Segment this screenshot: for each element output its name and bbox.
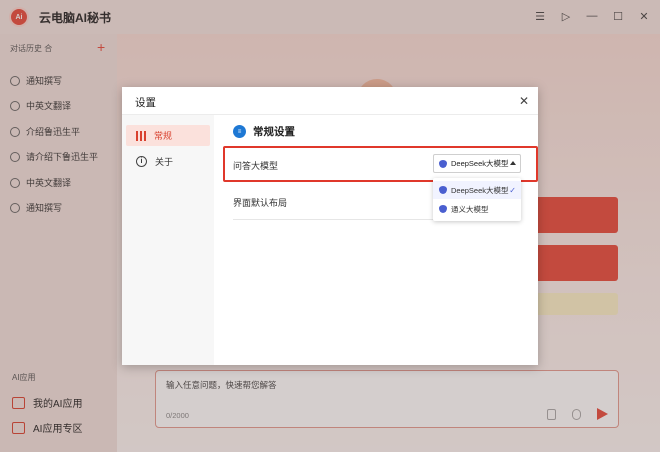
settings-section-icon: ≡ [233,125,246,138]
info-icon: i [136,156,147,167]
option-deepseek[interactable]: DeepSeek大模型 ✓ [433,181,521,199]
caret-up-icon [510,161,516,165]
check-icon: ✓ [509,185,516,195]
model-icon [439,205,447,213]
section-title: ≡ 常规设置 [233,124,295,139]
settings-nav: 常规 i 关于 [122,115,214,365]
option-tongyi[interactable]: 通义大模型 [433,200,521,218]
close-icon[interactable]: ✕ [519,94,529,108]
model-select[interactable]: DeepSeek大模型 [433,154,521,173]
settings-dialog: 设置 ✕ 常规 i 关于 ≡ 常规设置 问答大模型 界面默认布局 DeepSee… [122,87,538,365]
dialog-header: 设置 ✕ [122,87,538,115]
dialog-title: 设置 [135,97,156,109]
tab-general[interactable]: 常规 [126,125,210,146]
model-dropdown: DeepSeek大模型 ✓ 通义大模型 [433,178,521,221]
model-icon [439,186,447,194]
sliders-icon [136,130,146,141]
model-icon [439,159,447,168]
tab-about[interactable]: i 关于 [126,151,210,172]
layout-label: 界面默认布局 [233,198,288,208]
model-label: 问答大模型 [233,161,279,171]
